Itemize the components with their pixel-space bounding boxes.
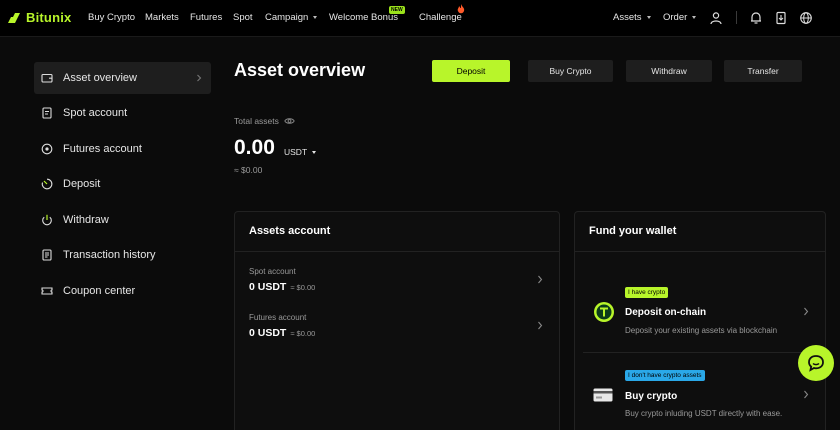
nav-futures[interactable]: Futures (190, 12, 222, 23)
new-badge: NEW (389, 6, 405, 14)
sidebar-item-label: Deposit (63, 178, 101, 190)
option-desc: Buy crypto inluding USDT directly with e… (625, 409, 783, 418)
chevron-down-icon (646, 15, 651, 19)
document-icon (42, 107, 52, 119)
nav-assets-label: Assets (613, 12, 642, 23)
sidebar-item-label: Spot account (63, 107, 128, 119)
sidebar-item-asset-overview[interactable]: Asset overview (34, 62, 211, 94)
nav-buy-crypto[interactable]: Buy Crypto (88, 12, 135, 23)
nav-order[interactable]: Order (663, 12, 697, 23)
user-icon[interactable] (709, 11, 723, 25)
chevron-down-icon (313, 15, 318, 19)
coupon-icon (41, 287, 53, 295)
total-assets-label: Total assets (234, 116, 295, 126)
fund-wallet-title: Fund your wallet (575, 212, 825, 252)
option-desc: Deposit your existing assets via blockch… (625, 326, 778, 335)
chevron-right-icon (197, 74, 202, 82)
account-amount: 0 USDT (249, 327, 287, 339)
assets-account-title: Assets account (235, 212, 559, 252)
sidebar-item-label: Asset overview (63, 72, 137, 84)
chevron-down-icon (312, 151, 317, 155)
bitunix-logo-icon (8, 12, 20, 23)
nav-order-label: Order (663, 12, 688, 23)
sidebar-item-deposit[interactable]: Deposit (34, 168, 211, 200)
sidebar-item-label: Futures account (63, 143, 142, 155)
divider (583, 352, 817, 353)
chat-icon (808, 355, 824, 372)
account-label: Spot account (249, 267, 296, 276)
brand-name: Bitunix (26, 10, 72, 25)
logo[interactable]: Bitunix (8, 10, 71, 25)
option-tag: I don't have crypto assets (625, 370, 705, 381)
nav-campaign-label: Campaign (265, 12, 309, 23)
page-title: Asset overview (234, 60, 366, 80)
chevron-down-icon (692, 15, 697, 19)
account-value: 0 USDT ≈ $0.00 (249, 281, 315, 293)
card-icon (593, 388, 613, 402)
account-fiat: ≈ $0.00 (290, 283, 316, 292)
chevron-right-icon (538, 321, 543, 330)
nav-spot[interactable]: Spot (233, 12, 253, 23)
history-icon (42, 249, 52, 261)
nav-welcome-bonus[interactable]: Welcome Bonus (329, 12, 398, 23)
total-assets-text: Total assets (234, 116, 279, 126)
deposit-icon (41, 178, 53, 190)
eye-icon[interactable] (284, 117, 295, 125)
currency-label: USDT (284, 147, 308, 157)
deposit-button[interactable]: Deposit (432, 60, 510, 82)
nav-markets[interactable]: Markets (145, 12, 179, 23)
total-assets-fiat: ≈ $0.00 (234, 165, 263, 175)
nav-campaign[interactable]: Campaign (265, 12, 318, 23)
wallet-icon (41, 73, 53, 83)
account-fiat: ≈ $0.00 (290, 329, 316, 338)
chevron-right-icon (804, 307, 809, 316)
nav-divider (736, 11, 737, 24)
nav-assets[interactable]: Assets (613, 12, 651, 23)
transfer-button[interactable]: Transfer (724, 60, 802, 82)
sidebar-item-label: Transaction history (63, 249, 156, 261)
assets-account-card: Assets account Spot account 0 USDT ≈ $0.0… (234, 211, 560, 430)
withdraw-button[interactable]: Withdraw (626, 60, 712, 82)
sidebar-item-spot-account[interactable]: Spot account (34, 97, 211, 129)
sidebar-item-label: Coupon center (63, 285, 136, 297)
tether-icon (594, 302, 614, 322)
nav-challenge[interactable]: Challenge (419, 12, 462, 23)
sidebar-item-coupon-center[interactable]: Coupon center (34, 275, 211, 307)
top-navigation: Bitunix Buy Crypto Markets Futures Spot … (0, 0, 840, 37)
account-value: 0 USDT ≈ $0.00 (249, 327, 315, 339)
option-title: Deposit on-chain (625, 307, 707, 318)
globe-icon[interactable] (799, 11, 813, 25)
currency-selector[interactable]: USDT (284, 147, 317, 157)
option-tag: I have crypto (625, 287, 669, 298)
sidebar-item-futures-account[interactable]: Futures account (34, 133, 211, 165)
option-title: Buy crypto (625, 391, 678, 402)
buy-crypto-button[interactable]: Buy Crypto (528, 60, 613, 82)
power-icon (42, 214, 52, 226)
chevron-right-icon (538, 275, 543, 284)
chat-support-button[interactable] (798, 345, 834, 381)
total-assets-value: 0.00 (234, 136, 275, 159)
account-label: Futures account (249, 313, 307, 322)
futures-icon (41, 143, 53, 155)
flame-icon (457, 4, 465, 14)
sidebar-item-transaction-history[interactable]: Transaction history (34, 239, 211, 271)
sidebar-item-label: Withdraw (63, 214, 109, 226)
bell-icon[interactable] (749, 11, 763, 25)
download-icon[interactable] (774, 11, 788, 25)
account-amount: 0 USDT (249, 281, 287, 293)
fund-wallet-card: Fund your wallet I have crypto Deposit o… (574, 211, 826, 430)
chevron-right-icon (804, 390, 809, 399)
sidebar-item-withdraw[interactable]: Withdraw (34, 204, 211, 236)
